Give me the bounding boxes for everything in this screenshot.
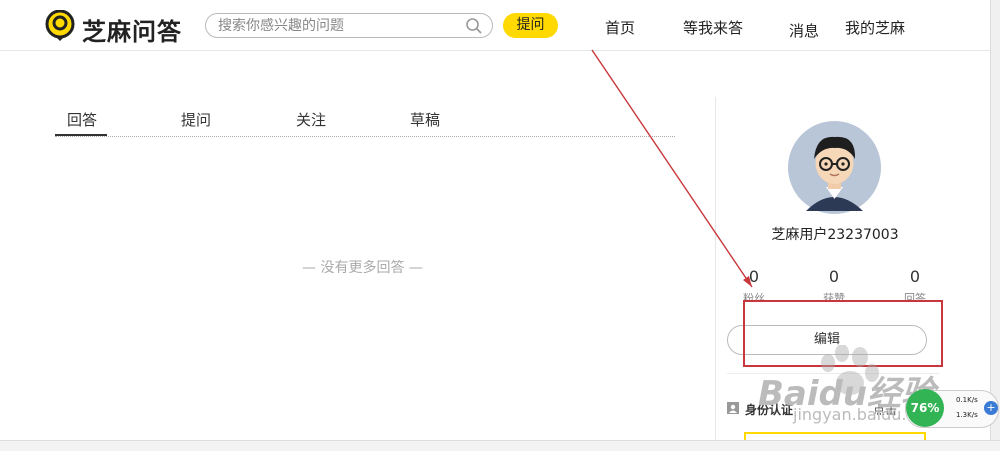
search-box[interactable] <box>205 13 493 38</box>
bottom-status-bar <box>0 440 1000 451</box>
plus-icon[interactable]: + <box>984 401 998 415</box>
network-usage-badge: 76% <box>906 389 944 427</box>
likes-count: 0 <box>828 267 840 286</box>
sidebar-divider <box>715 97 716 442</box>
nav-messages[interactable]: 消息 <box>789 20 819 41</box>
ask-question-button[interactable]: 提问 <box>503 13 558 38</box>
top-header: 芝麻问答 提问 首页 等我来答 消息 我的芝麻 <box>0 0 990 51</box>
tab-answers[interactable]: 回答 <box>67 109 97 130</box>
vertical-scrollbar[interactable] <box>990 0 1000 440</box>
id-card-icon <box>727 402 739 414</box>
tab-questions[interactable]: 提问 <box>181 109 211 130</box>
search-icon[interactable] <box>465 17 483 35</box>
active-tab-indicator <box>55 134 107 136</box>
upload-speed: 0.1K/s <box>956 396 978 404</box>
logo-text: 芝麻问答 <box>82 18 182 46</box>
followers-count: 0 <box>748 267 760 286</box>
site-logo[interactable]: 芝麻问答 <box>44 10 204 46</box>
nav-my-zhima[interactable]: 我的芝麻 <box>845 17 905 38</box>
username: 芝麻用户23237003 <box>771 227 899 243</box>
logo-icon <box>45 10 75 41</box>
download-speed: 1.3K/s <box>956 411 978 419</box>
search-input[interactable] <box>218 17 458 34</box>
avatar[interactable] <box>788 121 881 214</box>
answers-count: 0 <box>909 267 921 286</box>
empty-state-message: — 没有更多回答 — <box>302 260 423 276</box>
annotation-highlight-box <box>743 300 943 367</box>
tab-drafts[interactable]: 草稿 <box>410 109 440 130</box>
nav-wait-answer[interactable]: 等我来答 <box>683 17 743 38</box>
network-speed-widget[interactable]: 76% 0.1K/s 1.3K/s + <box>905 389 999 428</box>
profile-tabs: 回答 提问 关注 草稿 <box>55 108 675 137</box>
nav-home[interactable]: 首页 <box>605 17 635 38</box>
tab-following[interactable]: 关注 <box>296 109 326 130</box>
